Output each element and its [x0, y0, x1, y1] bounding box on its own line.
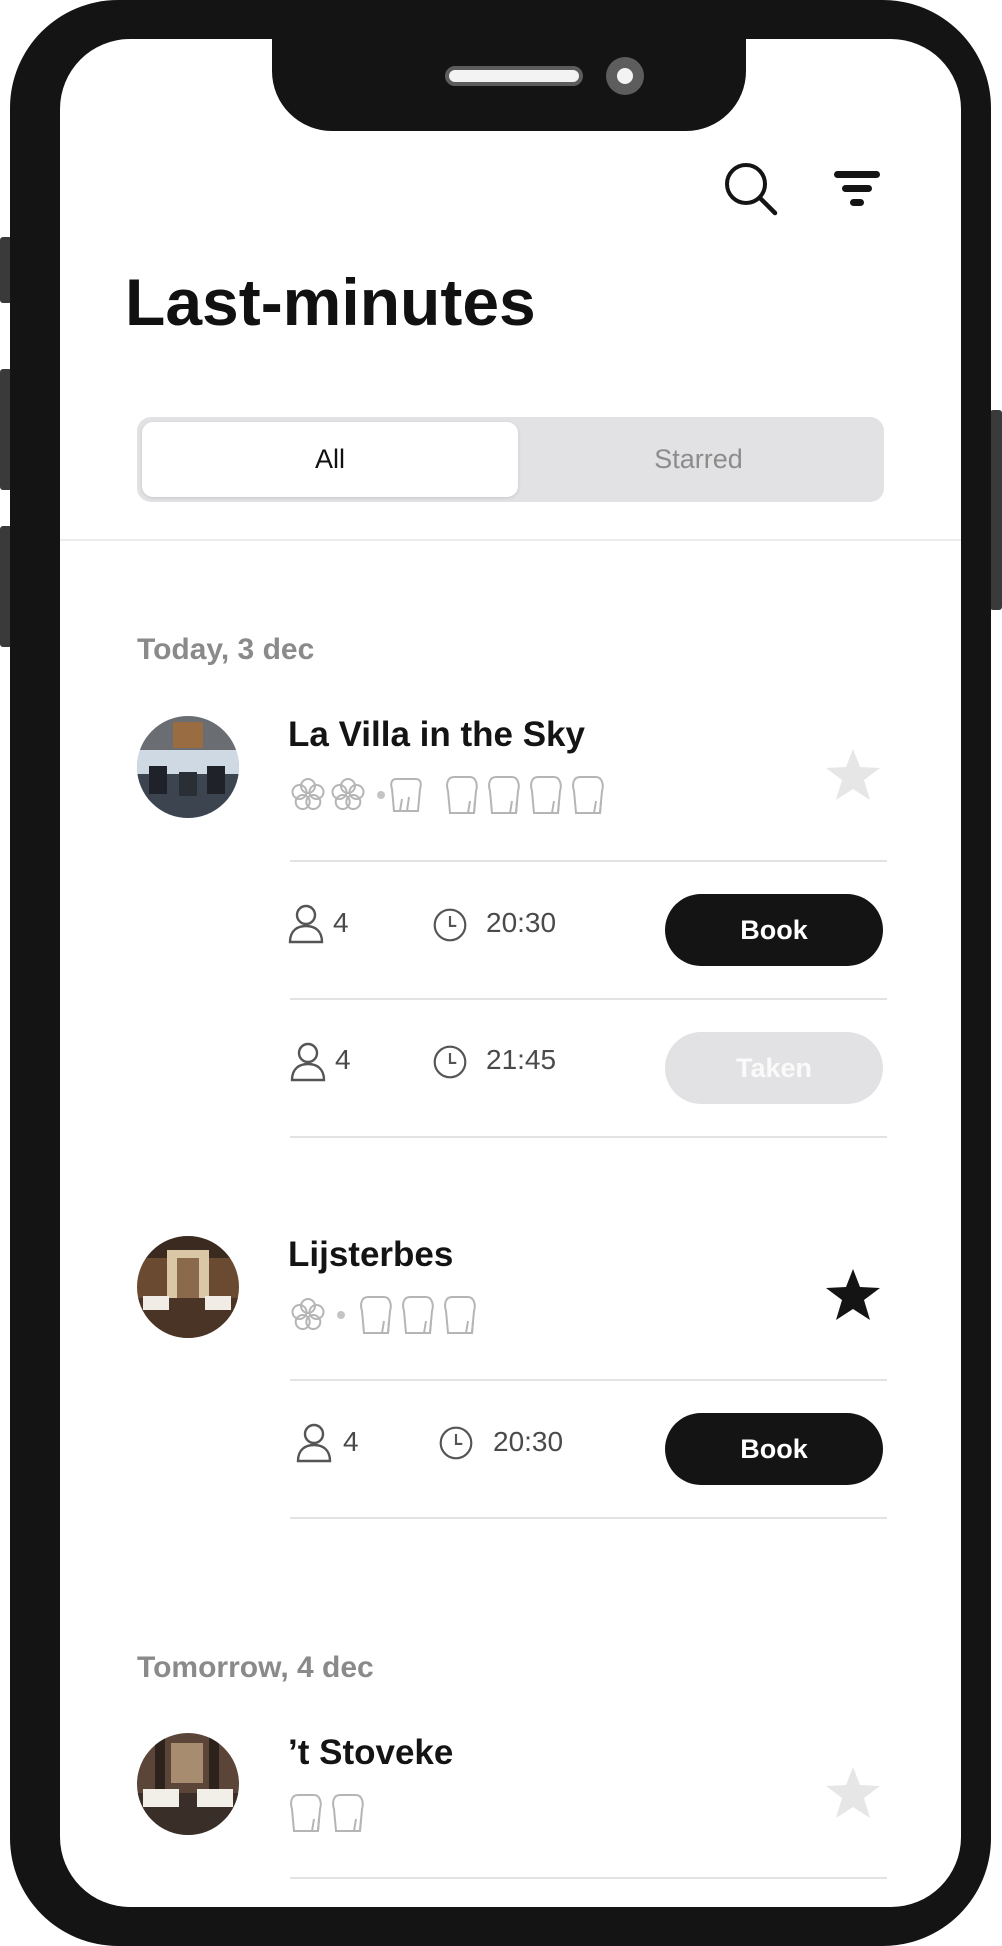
michelin-star-icons — [291, 1298, 345, 1330]
guest-count: 4 — [333, 907, 349, 938]
slot-time: 20:30 — [493, 1426, 564, 1457]
row-divider — [290, 998, 887, 1000]
favorite-star-button[interactable] — [822, 1264, 884, 1326]
restaurant-name[interactable]: ’t Stoveke — [288, 1733, 453, 1773]
page-title: Last-minutes — [125, 265, 536, 339]
segmented-control: All Starred — [137, 417, 884, 502]
power-button[interactable] — [990, 410, 1002, 610]
notch — [272, 39, 746, 131]
toque-icons — [360, 1296, 476, 1334]
star-outline-icon — [826, 1767, 880, 1818]
toque-icons — [446, 776, 604, 814]
phone-frame: Last-minutes All Starred Today, 3 dec La… — [10, 0, 991, 1946]
restaurant-avatar[interactable] — [137, 1733, 239, 1835]
front-camera — [606, 57, 644, 95]
segment-all[interactable]: All — [142, 422, 518, 497]
person-icon — [296, 1423, 332, 1463]
restaurant-name[interactable]: Lijsterbes — [288, 1235, 453, 1275]
row-divider — [290, 1379, 887, 1381]
row-divider — [290, 1517, 887, 1519]
restaurant-photo — [137, 1733, 239, 1835]
date-header: Today, 3 dec — [137, 633, 315, 666]
app-screen: Last-minutes All Starred Today, 3 dec La… — [60, 39, 961, 1907]
restaurant-avatar[interactable] — [137, 1236, 239, 1338]
search-button[interactable] — [720, 158, 782, 220]
rating-row — [288, 1791, 374, 1835]
book-button[interactable]: Book — [665, 1413, 883, 1485]
restaurant-avatar[interactable] — [137, 716, 239, 818]
restaurant-photo — [137, 1236, 239, 1338]
person-icon — [288, 904, 324, 944]
star-filled-icon — [826, 1269, 880, 1320]
clock-icon — [439, 1426, 473, 1460]
row-divider — [290, 1877, 887, 1879]
star-outline-icon — [826, 749, 880, 800]
guest-count: 4 — [335, 1044, 351, 1075]
search-icon — [725, 163, 778, 216]
date-header: Tomorrow, 4 dec — [137, 1651, 374, 1684]
slot-time: 21:45 — [486, 1044, 557, 1075]
row-divider — [290, 860, 887, 862]
favorite-star-button[interactable] — [822, 744, 884, 806]
favorite-star-button[interactable] — [822, 1762, 884, 1824]
clock-icon — [433, 1045, 467, 1079]
rating-row — [288, 773, 614, 817]
taken-button[interactable]: Taken — [665, 1032, 883, 1104]
speaker — [445, 66, 583, 86]
rating-row — [288, 1293, 486, 1337]
guest-count: 4 — [343, 1426, 359, 1457]
restaurant-name[interactable]: La Villa in the Sky — [288, 715, 585, 755]
restaurant-photo — [137, 716, 239, 818]
filter-icon — [834, 171, 880, 206]
clock-icon — [433, 908, 467, 942]
row-divider — [290, 1136, 887, 1138]
segment-starred[interactable]: Starred — [518, 422, 879, 497]
book-button[interactable]: Book — [665, 894, 883, 966]
slot-time: 20:30 — [486, 907, 557, 938]
michelin-star-icons — [291, 778, 422, 812]
toque-icons — [290, 1794, 364, 1832]
filter-button[interactable] — [826, 158, 888, 220]
header-divider — [60, 539, 961, 541]
person-icon — [290, 1042, 326, 1082]
